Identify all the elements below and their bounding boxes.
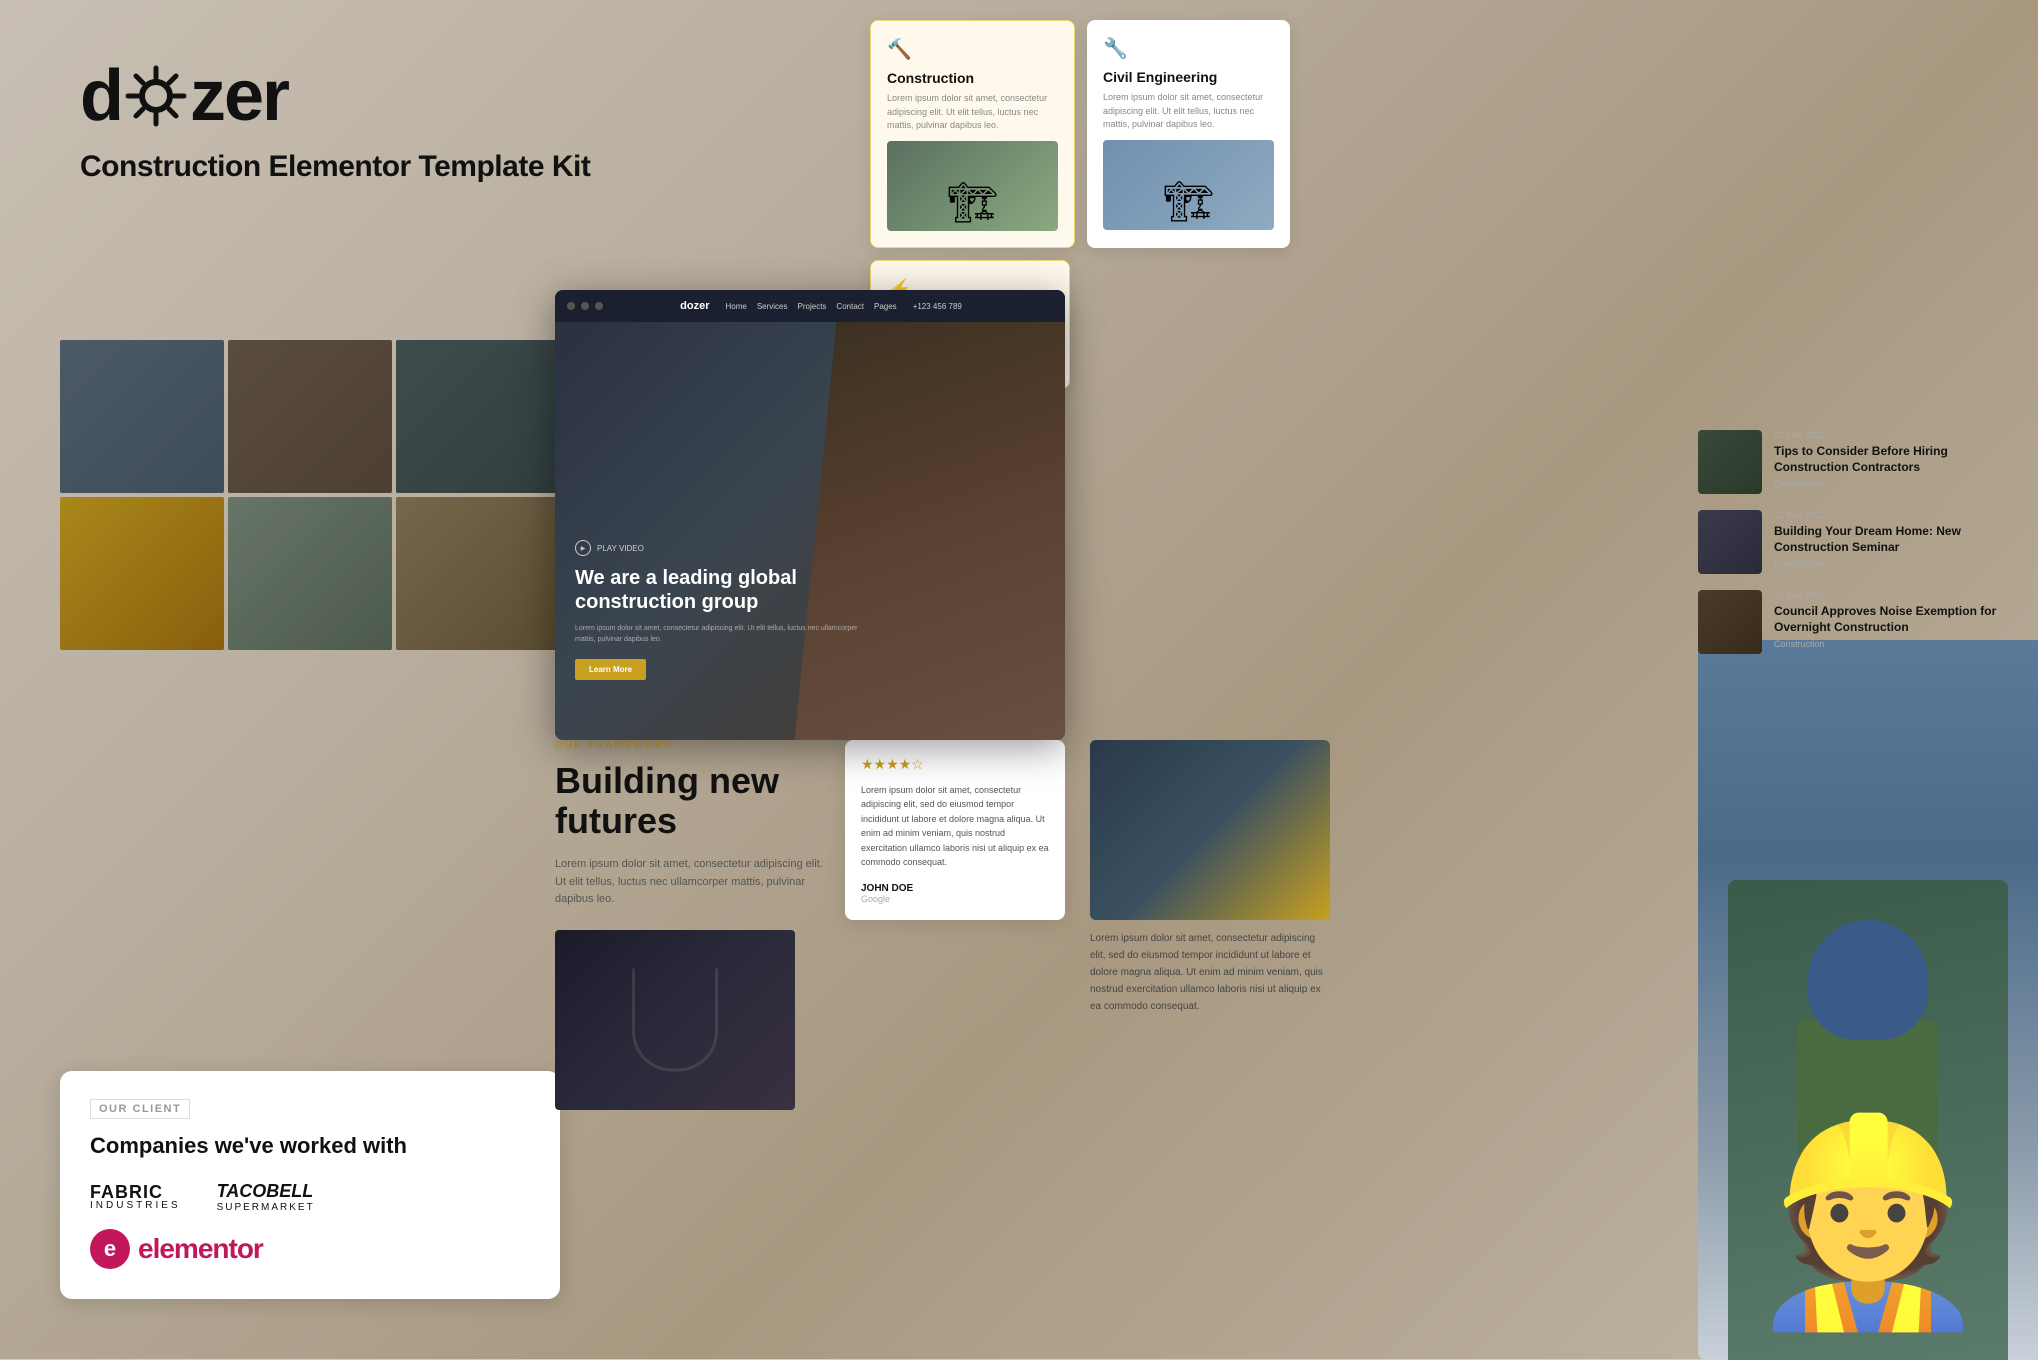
browser-brand: dozer bbox=[680, 300, 709, 312]
browser-phone: +123 456 789 bbox=[913, 302, 962, 311]
framework-label: OUR FRAMEWORK bbox=[555, 740, 835, 751]
civil-engineering-title: Civil Engineering bbox=[1103, 69, 1274, 85]
browser-nav-links: Home Services Projects Contact Pages bbox=[725, 302, 896, 311]
crane-image bbox=[1103, 140, 1274, 230]
nav-pages[interactable]: Pages bbox=[874, 302, 897, 311]
blog-title-3[interactable]: Council Approves Noise Exemption for Ove… bbox=[1774, 604, 2018, 635]
building-desc-text: Lorem ipsum dolor sit amet, consectetur … bbox=[1090, 930, 1330, 1015]
testimonial-card: ★★★★☆ Lorem ipsum dolor sit amet, consec… bbox=[845, 740, 1065, 920]
browser-dot-2 bbox=[581, 302, 589, 310]
construction-card: 🔨 Construction Lorem ipsum dolor sit ame… bbox=[870, 20, 1075, 248]
worker-figure bbox=[1728, 880, 2008, 1360]
elementor-icon: e bbox=[90, 1229, 130, 1269]
blog-thumb-1 bbox=[1698, 430, 1762, 494]
browser-headline: We are a leading global construction gro… bbox=[575, 566, 861, 614]
blog-date-1: 22 Feb 2021 bbox=[1774, 430, 2018, 440]
construction-icon: 🔨 bbox=[887, 37, 1058, 62]
nav-contact[interactable]: Contact bbox=[836, 302, 864, 311]
photo-cell-3 bbox=[396, 340, 560, 493]
excavator-image bbox=[887, 141, 1058, 231]
building-text: Lorem ipsum dolor sit amet, consectetur … bbox=[555, 856, 835, 909]
building-desc-section: Lorem ipsum dolor sit amet, consectetur … bbox=[1090, 930, 1330, 1015]
blog-title-2[interactable]: Building Your Dream Home: New Constructi… bbox=[1774, 524, 2018, 555]
clients-title: Companies we've worked with bbox=[90, 1133, 530, 1159]
learn-more-button[interactable]: Learn More bbox=[575, 659, 646, 680]
photo-cell-1 bbox=[60, 340, 224, 493]
browser-logo-text: dozer bbox=[680, 300, 709, 312]
play-label: PLAY VIDEO bbox=[597, 544, 644, 553]
photo-cell-5 bbox=[228, 497, 392, 650]
elementor-text: elementor bbox=[138, 1233, 263, 1265]
play-video[interactable]: ▶ PLAY VIDEO bbox=[575, 540, 861, 556]
testimonial-author: JOHN DOE bbox=[861, 883, 1049, 894]
tagline-text: Construction Elementor Template Kit bbox=[80, 150, 590, 184]
blog-post-3: 22 Mar 2021 Council Approves Noise Exemp… bbox=[1698, 590, 2018, 654]
civil-engineering-card: 🔧 Civil Engineering Lorem ipsum dolor si… bbox=[1087, 20, 1290, 248]
testimonial-stars: ★★★★☆ bbox=[861, 756, 1049, 773]
nav-services[interactable]: Services bbox=[757, 302, 788, 311]
testimonial-text: Lorem ipsum dolor sit amet, consectetur … bbox=[861, 783, 1049, 869]
logo-section: d zer Construction Elementor Template Ki… bbox=[80, 60, 590, 184]
browser-bar: dozer Home Services Projects Contact Pag… bbox=[555, 290, 1065, 322]
blog-cat-2: Construction bbox=[1774, 559, 2018, 569]
browser-subtext: Lorem ipsum dolor sit amet, consectetur … bbox=[575, 624, 861, 645]
clients-section: OUR CLIENT Companies we've worked with F… bbox=[60, 1071, 560, 1299]
photo-cell-2 bbox=[228, 340, 392, 493]
tacobell-sub: supermarket bbox=[217, 1202, 315, 1213]
blog-date-2: 22 Mar 2021 bbox=[1774, 510, 2018, 520]
logo-zer: zer bbox=[190, 60, 288, 132]
blog-cat-1: Construction bbox=[1774, 479, 2018, 489]
our-client-label: OUR CLIENT bbox=[90, 1099, 190, 1119]
browser-dot-1 bbox=[567, 302, 575, 310]
browser-dot-3 bbox=[595, 302, 603, 310]
construction-title: Construction bbox=[887, 70, 1058, 86]
browser-hero-content: ▶ PLAY VIDEO We are a leading global con… bbox=[575, 540, 861, 680]
browser-hero: ▶ PLAY VIDEO We are a leading global con… bbox=[555, 322, 1065, 740]
testimonial-source: Google bbox=[861, 894, 1049, 904]
blog-content-1: 22 Feb 2021 Tips to Consider Before Hiri… bbox=[1774, 430, 2018, 489]
building-section: OUR FRAMEWORK Building new futures Lorem… bbox=[555, 740, 835, 925]
photo-cell-6 bbox=[396, 497, 560, 650]
blog-content-2: 22 Mar 2021 Building Your Dream Home: Ne… bbox=[1774, 510, 2018, 569]
fabric-logo: FABRIC INDUSTRIES bbox=[90, 1183, 181, 1211]
fabric-sub: INDUSTRIES bbox=[90, 1201, 181, 1211]
nav-projects[interactable]: Projects bbox=[798, 302, 827, 311]
logo-d: d bbox=[80, 60, 122, 132]
blog-content-3: 22 Mar 2021 Council Approves Noise Exemp… bbox=[1774, 590, 2018, 649]
blog-thumb-2 bbox=[1698, 510, 1762, 574]
tacobell-logo: TACOBELL supermarket bbox=[217, 1181, 315, 1213]
construction-text: Lorem ipsum dolor sit amet, consectetur … bbox=[887, 92, 1058, 133]
photo-grid bbox=[60, 340, 560, 650]
civil-engineering-text: Lorem ipsum dolor sit amet, consectetur … bbox=[1103, 91, 1274, 132]
blog-cat-3: Construction bbox=[1774, 639, 2018, 649]
portrait-section bbox=[1698, 640, 2038, 1360]
blog-thumb-3 bbox=[1698, 590, 1762, 654]
brand-logo: d zer bbox=[80, 60, 590, 132]
play-button[interactable]: ▶ bbox=[575, 540, 591, 556]
nav-home[interactable]: Home bbox=[725, 302, 746, 311]
blog-post-1: 22 Feb 2021 Tips to Consider Before Hiri… bbox=[1698, 430, 2018, 494]
blog-date-3: 22 Mar 2021 bbox=[1774, 590, 2018, 600]
logo-gear-icon bbox=[124, 64, 188, 128]
hard-hat bbox=[1808, 920, 1928, 1040]
worker-body bbox=[1798, 1020, 1938, 1220]
client-logos: FABRIC INDUSTRIES TACOBELL supermarket bbox=[90, 1181, 530, 1213]
building-title: Building new futures bbox=[555, 761, 835, 840]
blog-post-2: 22 Mar 2021 Building Your Dream Home: Ne… bbox=[1698, 510, 2018, 574]
elementor-logo: e elementor bbox=[90, 1229, 530, 1269]
browser-nav: dozer Home Services Projects Contact Pag… bbox=[680, 300, 982, 312]
building-right-photo bbox=[1090, 740, 1330, 920]
portrait-worker bbox=[1728, 880, 2008, 1360]
civil-engineering-icon: 🔧 bbox=[1103, 36, 1274, 61]
blog-title-1[interactable]: Tips to Consider Before Hiring Construct… bbox=[1774, 444, 2018, 475]
photo-cell-4 bbox=[60, 497, 224, 650]
services-row-1: 🔨 Construction Lorem ipsum dolor sit ame… bbox=[870, 20, 1290, 248]
tunnel-image bbox=[555, 930, 795, 1110]
browser-mockup: dozer Home Services Projects Contact Pag… bbox=[555, 290, 1065, 740]
blog-section: 22 Feb 2021 Tips to Consider Before Hiri… bbox=[1698, 430, 2018, 670]
